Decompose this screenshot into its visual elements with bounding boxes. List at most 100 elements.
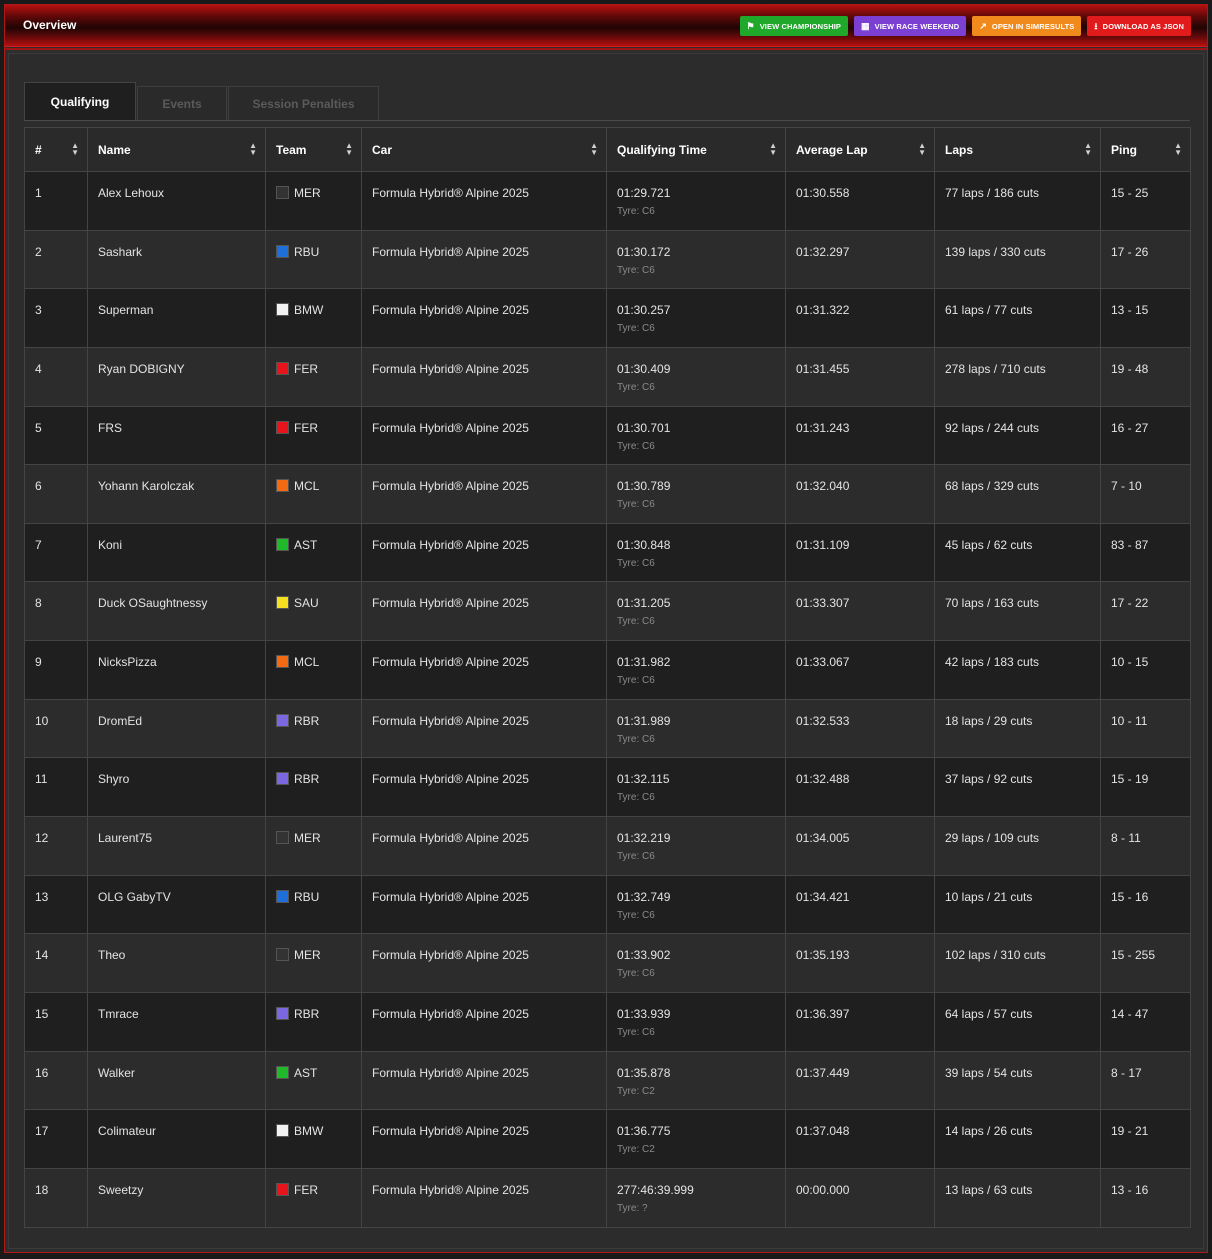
position-cell: 4 [24,346,88,407]
column-label: # [35,142,42,157]
team-cell: FER [265,405,362,466]
open-in-simresults-label: Open in SimResults [991,21,1075,31]
position-cell: 17 [24,1109,88,1169]
position-cell: 1 [24,171,88,231]
qualifying-time-cell: 01:32.219 Tyre: C6 [606,816,786,876]
view-race-weekend-button[interactable]: ▦ View Race Weekend [854,16,967,36]
position-cell: 16 [24,1050,88,1111]
column-label: Team [276,142,307,157]
driver-name-cell: Laurent75 [87,816,266,876]
position-cell: 7 [24,522,88,583]
car-cell: Formula Hybrid® Alpine 2025 [361,171,607,231]
sort-icon: ▲ ▼ [1084,141,1092,157]
driver-name-cell: Sweetzy [87,1167,266,1228]
qualifying-time: 01:32.749 [617,889,671,904]
team-code: RBU [294,889,320,904]
average-lap-cell: 01:37.449 [785,1050,935,1111]
qualifying-time-cell: 01:29.721 Tyre: C6 [606,171,786,231]
position-cell: 9 [24,640,88,700]
laps-cell: 61 laps / 77 cuts [934,288,1101,348]
laps-cell: 70 laps / 163 cuts [934,581,1101,642]
team-cell: BMW [265,1109,362,1169]
laps-cell: 278 laps / 710 cuts [934,346,1101,407]
car-cell: Formula Hybrid® Alpine 2025 [361,757,607,818]
position-cell: 8 [24,581,88,642]
team-color-swatch [276,948,289,962]
team-color-swatch [276,479,289,493]
qualifying-time-cell: 01:36.775 Tyre: C2 [606,1109,786,1169]
laps-cell: 45 laps / 62 cuts [934,522,1101,583]
team-code: FER [294,1182,318,1197]
average-lap-cell: 01:34.421 [785,874,935,935]
tab-session-penalties[interactable]: Session Penalties [228,86,379,120]
tab-events[interactable]: Events [137,86,227,120]
ping-cell: 13 - 15 [1100,288,1191,348]
team-color-swatch [276,361,289,375]
table-row: 4 Ryan DOBIGNY FER Formula Hybrid® Alpine 2… [24,346,1191,407]
tab-qualifying[interactable]: Qualifying [24,82,136,120]
download-json-label: Download as JSON [1102,21,1184,31]
table-row: 17 Colimateur BMW Formula Hybrid® Alpine 20… [24,1109,1191,1169]
position-cell: 2 [24,229,88,290]
header-bar: Overview ⚑ View Championship ▦ View Race… [5,5,1207,47]
car-cell: Formula Hybrid® Alpine 2025 [361,1109,607,1169]
tyre-label: Tyre: C6 [617,206,655,217]
car-cell: Formula Hybrid® Alpine 2025 [361,933,607,993]
qualifying-time: 01:32.219 [617,831,671,846]
average-lap-cell: 01:32.488 [785,757,935,818]
position-cell: 12 [24,816,88,876]
column-header-ping[interactable]: Ping ▲ ▼ [1100,127,1191,172]
ping-cell: 15 - 25 [1100,171,1191,231]
column-label: Average Lap [796,142,868,157]
qualifying-time: 01:31.205 [617,596,671,611]
team-color-swatch [276,596,289,610]
ping-cell: 14 - 47 [1100,991,1191,1052]
team-cell: MCL [265,640,362,700]
position-cell: 10 [24,698,88,759]
team-code: RBR [294,713,320,728]
average-lap-cell: 01:32.533 [785,698,935,759]
average-lap-cell: 01:30.558 [785,171,935,231]
column-header-laps[interactable]: Laps ▲ ▼ [934,127,1101,172]
driver-name-cell: Theo [87,933,266,993]
ping-cell: 7 - 10 [1100,464,1191,524]
column-header-qualifying-time[interactable]: Qualifying Time ▲ ▼ [606,127,786,172]
qualifying-time-cell: 01:33.939 Tyre: C6 [606,991,786,1052]
ping-cell: 13 - 16 [1100,1167,1191,1228]
qualifying-time-cell: 01:31.205 Tyre: C6 [606,581,786,642]
column-header-average-lap[interactable]: Average Lap ▲ ▼ [785,127,935,172]
driver-name-cell: Walker [87,1050,266,1111]
team-color-swatch [276,186,289,199]
open-in-simresults-button[interactable]: ↗ Open in SimResults [972,16,1082,36]
car-cell: Formula Hybrid® Alpine 2025 [361,698,607,759]
average-lap-cell: 01:34.005 [785,816,935,876]
ping-cell: 15 - 19 [1100,757,1191,818]
team-color-swatch [276,713,289,727]
team-cell: RBR [265,698,362,759]
laps-cell: 68 laps / 329 cuts [934,464,1101,524]
sort-icon: ▲ ▼ [249,141,257,157]
tyre-label: Tyre: C2 [617,1144,655,1156]
qualifying-time-cell: 01:30.701 Tyre: C6 [606,405,786,466]
team-cell: RBR [265,991,362,1052]
average-lap-cell: 01:36.397 [785,991,935,1052]
team-color-swatch [276,1124,289,1138]
app-frame: Overview ⚑ View Championship ▦ View Race… [4,4,1208,1253]
column-header-team[interactable]: Team ▲ ▼ [265,127,362,172]
team-cell: MER [265,933,362,993]
team-cell: AST [265,522,362,583]
column-header-car[interactable]: Car ▲ ▼ [361,127,607,172]
page-title: Overview [23,18,77,32]
tyre-label: Tyre: C6 [617,1026,655,1038]
column-header-position[interactable]: # ▲ ▼ [24,127,88,172]
sort-icon: ▲ ▼ [918,141,926,157]
car-cell: Formula Hybrid® Alpine 2025 [361,640,607,700]
ping-cell: 19 - 21 [1100,1109,1191,1169]
table-row: 14 Theo MER Formula Hybrid® Alpine 2025 01:3… [24,933,1191,993]
view-championship-button[interactable]: ⚑ View Championship [739,16,848,36]
tyre-label: Tyre: C6 [617,381,655,393]
column-header-name[interactable]: Name ▲ ▼ [87,127,266,172]
download-json-button[interactable]: ⭳ Download as JSON [1087,16,1191,36]
ping-cell: 17 - 22 [1100,581,1191,642]
table-row: 8 Duck OSaughtnessy SAU Formula Hybrid® Alp… [24,581,1191,642]
